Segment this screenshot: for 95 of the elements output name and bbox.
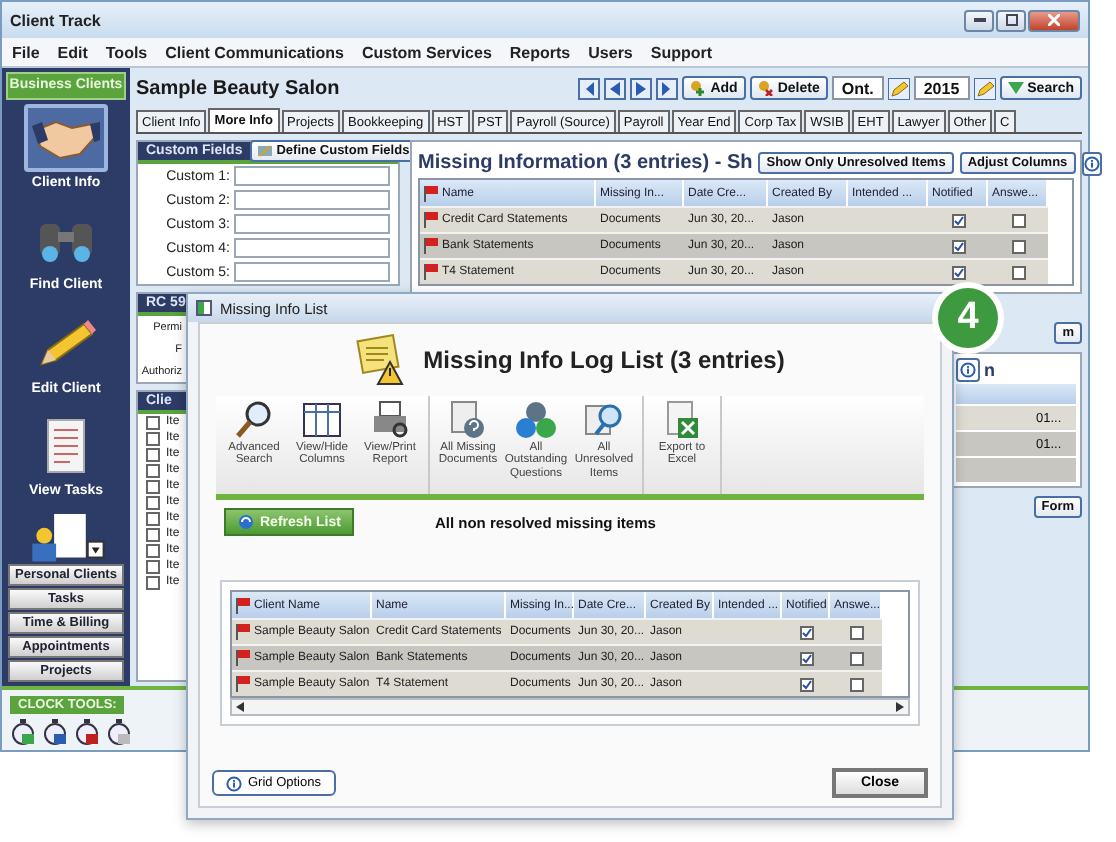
checkbox[interactable] bbox=[146, 447, 160, 461]
table-header-bar bbox=[956, 384, 1076, 404]
flag-icon bbox=[236, 597, 250, 613]
menu-item[interactable]: Tools bbox=[105, 43, 148, 61]
window-title: Client Track bbox=[10, 11, 101, 29]
checkbox[interactable] bbox=[146, 527, 160, 541]
checkbox[interactable] bbox=[1011, 239, 1025, 253]
menu-item[interactable]: Users bbox=[588, 43, 633, 61]
close-icon bbox=[1048, 14, 1060, 26]
flag-icon bbox=[236, 676, 250, 692]
checkbox[interactable] bbox=[799, 651, 813, 665]
task-sheet-icon bbox=[42, 418, 90, 475]
info-button[interactable] bbox=[1081, 151, 1102, 175]
checkbox[interactable] bbox=[951, 213, 965, 227]
document-magnifier-icon bbox=[584, 400, 624, 440]
scroll-left-icon[interactable] bbox=[236, 702, 244, 712]
year-field[interactable]: 2015 bbox=[913, 76, 970, 100]
question-marks-icon bbox=[514, 400, 558, 440]
minimize-icon bbox=[973, 18, 985, 22]
close-button[interactable] bbox=[1028, 9, 1080, 31]
menu-item[interactable]: Custom Services bbox=[361, 43, 492, 61]
first-record-icon[interactable] bbox=[578, 77, 601, 99]
people-document-icon[interactable] bbox=[26, 511, 106, 563]
pencil-icon[interactable] bbox=[887, 77, 910, 99]
flag-icon bbox=[424, 185, 438, 201]
triangle-icon bbox=[1007, 82, 1024, 94]
checkbox[interactable] bbox=[951, 239, 965, 253]
window-icon bbox=[196, 300, 212, 316]
info-icon bbox=[1083, 155, 1100, 171]
checkbox[interactable] bbox=[146, 559, 160, 573]
menu-item[interactable]: Support bbox=[650, 43, 713, 61]
panel-title: Missing Information (3 entries) - Sh bbox=[418, 152, 753, 174]
empty-cell bbox=[956, 458, 1076, 482]
province-field[interactable]: Ont. bbox=[831, 76, 884, 100]
columns-icon bbox=[302, 400, 342, 440]
info-button[interactable] bbox=[956, 358, 980, 382]
spreadsheet-icon bbox=[664, 400, 700, 440]
menu-item[interactable]: Edit bbox=[57, 43, 88, 61]
flag-icon bbox=[424, 238, 438, 254]
maximize-button[interactable] bbox=[996, 9, 1026, 31]
menu-item[interactable]: File bbox=[12, 43, 40, 61]
checkbox[interactable] bbox=[146, 495, 160, 509]
input-field[interactable] bbox=[234, 238, 390, 258]
checkbox[interactable] bbox=[146, 479, 160, 493]
info-icon bbox=[960, 362, 976, 378]
stopwatch-icon[interactable] bbox=[74, 718, 100, 746]
warning-note-icon bbox=[355, 334, 408, 386]
checkbox[interactable] bbox=[146, 431, 160, 445]
document-question-icon bbox=[448, 400, 488, 440]
checkbox[interactable] bbox=[849, 625, 863, 639]
next-record-icon[interactable] bbox=[630, 77, 653, 99]
stopwatch-icon[interactable] bbox=[42, 718, 68, 746]
dialog-heading: Missing Info Log List (3 entries) bbox=[423, 346, 785, 374]
input-field[interactable] bbox=[234, 262, 390, 282]
maximize-icon bbox=[1005, 14, 1017, 26]
scroll-right-icon[interactable] bbox=[896, 702, 904, 712]
checkbox[interactable] bbox=[799, 625, 813, 639]
stopwatch-icon[interactable] bbox=[10, 718, 36, 746]
checkbox[interactable] bbox=[1011, 213, 1025, 227]
checkbox[interactable] bbox=[146, 415, 160, 429]
checkbox[interactable] bbox=[146, 463, 160, 477]
magnifier-icon bbox=[234, 400, 274, 440]
pencil-icon[interactable] bbox=[973, 77, 996, 99]
arrow-icon bbox=[660, 81, 675, 95]
client-name: Sample Beauty Salon bbox=[136, 77, 340, 99]
horizontal-scrollbar[interactable] bbox=[230, 698, 910, 716]
checkbox[interactable] bbox=[849, 677, 863, 691]
add-person-icon bbox=[690, 80, 707, 96]
flag-icon bbox=[424, 212, 438, 228]
stopwatch-icon[interactable] bbox=[106, 718, 132, 746]
previous-record-icon[interactable] bbox=[604, 77, 627, 99]
checkbox[interactable] bbox=[146, 543, 160, 557]
flag-icon bbox=[424, 264, 438, 280]
panel-title: n bbox=[984, 360, 995, 380]
input-field[interactable] bbox=[234, 190, 390, 210]
checkbox[interactable] bbox=[146, 511, 160, 525]
edit-form-icon bbox=[258, 144, 273, 158]
arrow-icon bbox=[582, 81, 597, 95]
printer-icon bbox=[370, 400, 410, 440]
refresh-icon bbox=[238, 514, 254, 530]
menu-item[interactable]: Client Communications bbox=[165, 43, 344, 61]
input-field[interactable] bbox=[234, 214, 390, 234]
remove-person-icon bbox=[757, 80, 774, 96]
checkbox[interactable] bbox=[849, 651, 863, 665]
menu-item[interactable]: Reports bbox=[509, 43, 571, 61]
input-field[interactable] bbox=[234, 166, 390, 186]
checkbox[interactable] bbox=[146, 575, 160, 589]
flag-icon bbox=[236, 624, 250, 640]
checkbox[interactable] bbox=[799, 677, 813, 691]
minimize-button[interactable] bbox=[964, 9, 994, 31]
last-record-icon[interactable] bbox=[656, 77, 679, 99]
checkbox[interactable] bbox=[1011, 265, 1025, 279]
flag-icon bbox=[236, 650, 250, 666]
info-icon bbox=[226, 775, 242, 791]
checkbox[interactable] bbox=[951, 265, 965, 279]
